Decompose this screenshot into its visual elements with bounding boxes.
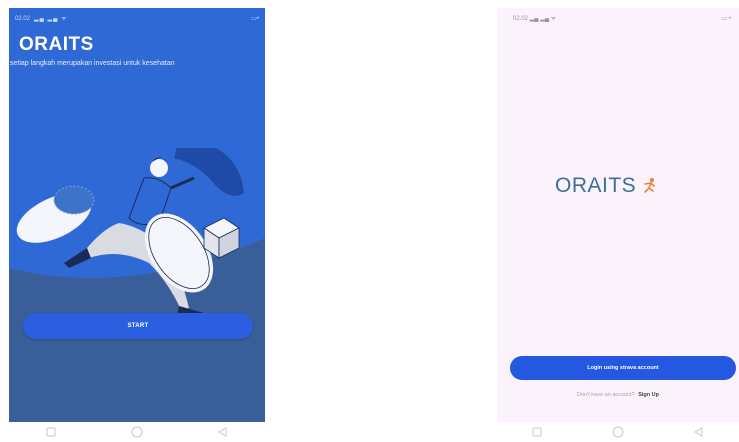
app-tagline: setiap langkah merupakan investasi untuk… <box>10 60 175 67</box>
home-circle-icon[interactable] <box>131 426 143 438</box>
login-strava-button[interactable]: Login using strava account <box>510 356 736 380</box>
back-triangle-icon[interactable] <box>694 427 704 437</box>
status-bar: 02.02 ▂▄ ▂▄ ᯤ ▭ • <box>513 12 731 24</box>
recents-square-icon[interactable] <box>46 427 56 437</box>
start-button[interactable]: START <box>23 313 253 339</box>
signup-prompt: Don't have an account? <box>577 392 635 398</box>
splash-screen: 02.02 ▂▄ ▂▄ ᯤ ▭• ORAITS setiap langkah me… <box>9 8 265 422</box>
back-triangle-icon[interactable] <box>217 427 228 437</box>
runner-illustration <box>9 148 265 318</box>
login-screen: 02.02 ▂▄ ▂▄ ᯤ ▭ • ORAITS Login using str… <box>497 8 739 422</box>
nav-bar-left <box>9 424 265 440</box>
status-time: 02.02 <box>513 16 529 22</box>
recents-square-icon[interactable] <box>532 427 542 437</box>
signup-row: Don't have an account? Sign Up <box>497 392 739 398</box>
signal-icon: ▂▄ ▂▄ ᯤ <box>34 16 68 22</box>
battery-icon: ▭• <box>251 15 259 22</box>
signal-icon: ▂▄ ▂▄ ᯤ <box>528 16 557 22</box>
logo: ORAITS <box>555 174 658 198</box>
nav-bar-right <box>497 424 739 440</box>
runner-icon <box>644 178 655 193</box>
logo-text: ORAITS <box>555 174 637 197</box>
shoe-left <box>16 185 95 243</box>
signup-link[interactable]: Sign Up <box>638 392 659 398</box>
app-title: ORAITS <box>19 34 94 55</box>
home-circle-icon[interactable] <box>612 426 624 438</box>
battery-icon: ▭ • <box>721 15 731 22</box>
status-time: 02.02 <box>15 16 31 22</box>
status-bar: 02.02 ▂▄ ▂▄ ᯤ ▭• <box>15 12 259 24</box>
